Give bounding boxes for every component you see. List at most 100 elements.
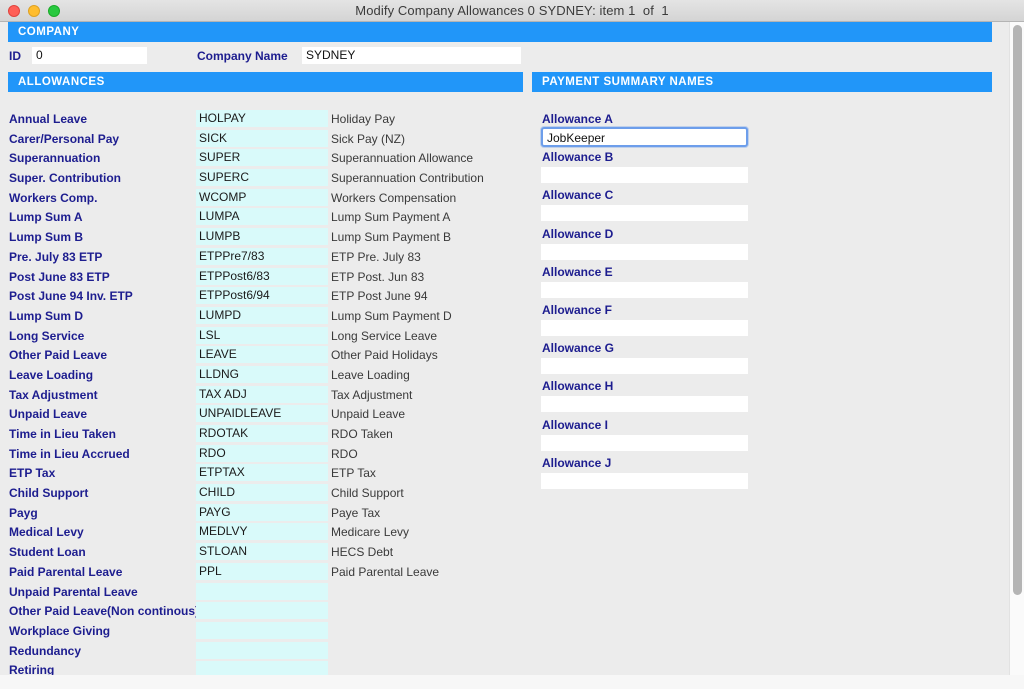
allowance-row: Time in Lieu Accrued RDO RDO [0,444,525,465]
payment-summary-name-input[interactable] [541,281,748,298]
payment-summary-name-input[interactable] [541,205,748,222]
allowance-code-input[interactable]: PPL [196,562,328,580]
window-title: Modify Company Allowances 0 SYDNEY: item… [355,3,669,18]
allowance-description: Paid Parental Leave [331,564,440,579]
allowance-description: Lump Sum Payment D [331,308,452,323]
allowance-code-input[interactable]: RDO [196,444,328,462]
allowance-row: Superannuation SUPER Superannuation Allowa… [0,149,525,169]
payment-summary-name-input[interactable] [541,472,748,489]
allowance-row-label: Time in Lieu Taken [9,427,116,441]
allowance-description: Tax Adjustment [331,387,413,402]
allowance-code-input[interactable]: TAX ADJ [196,385,328,403]
allowance-code-input[interactable]: ETPTAX [196,464,328,482]
payment-summary-name-group: Allowance I [540,418,760,456]
window-content: COMPANY ID 0 Company Name SYDNEY ALLOWAN… [0,22,1024,689]
allowance-description: ETP Pre. July 83 [331,249,421,264]
vertical-scrollbar[interactable] [1009,22,1024,689]
allowance-row: Child Support CHILD Child Support [0,484,525,504]
payment-summary-name-label: Allowance H [542,379,614,394]
allowance-description: Medicare Levy [331,525,410,540]
allowance-code-input[interactable]: LUMPB [196,228,328,246]
allowance-code-input[interactable]: UNPAIDLEAVE [196,405,328,423]
allowance-code-input[interactable]: LUMPD [196,306,328,324]
allowance-code-input[interactable]: PAYG [196,503,328,521]
window-titlebar: Modify Company Allowances 0 SYDNEY: item… [0,0,1024,22]
payment-summary-name-input[interactable] [541,243,748,260]
allowance-code-input[interactable]: LUMPA [196,208,328,226]
allowance-row-label: Workers Comp. [9,190,98,205]
allowance-row-label: Pre. July 83 ETP [9,249,103,264]
allowance-code-input[interactable]: SICK [196,129,328,147]
payment-summary-name-group: Allowance E [540,265,760,303]
allowance-code-input[interactable]: ETPPre7/83 [196,247,328,265]
allowance-description: Unpaid Leave [331,407,406,422]
allowance-code-input[interactable]: RDOTAK [196,425,328,442]
payment-summary-name-input[interactable]: JobKeeper [541,127,748,147]
allowance-row: Other Paid Leave(Non continous) [0,602,525,622]
section-header-company-label: COMPANY [18,26,80,38]
allowance-code-input[interactable]: LLDNG [196,365,328,383]
allowance-code-input[interactable]: SUPERC [196,169,328,187]
allowance-code-input[interactable] [196,602,328,620]
allowance-row-label: ETP Tax [9,466,56,481]
vertical-scrollbar-thumb[interactable] [1013,25,1022,595]
section-header-allowances-label: ALLOWANCES [18,76,105,88]
allowance-code-input[interactable] [196,641,328,659]
allowance-code-input[interactable] [196,621,328,639]
allowance-row: Paid Parental Leave PPL Paid Parental Leav… [0,562,525,583]
allowance-row: Workplace Giving [0,621,525,642]
allowance-row: Tax Adjustment TAX ADJ Tax Adjustment [0,385,525,406]
allowance-row: Long Service LSL Long Service Leave [0,326,525,347]
allowance-row-label: Workplace Giving [9,623,111,638]
payment-summary-name-input[interactable] [541,358,748,375]
allowance-row: Post June 94 Inv. ETP ETPPost6/94 ETP Post… [0,287,525,307]
allowance-row-label: Paid Parental Leave [9,564,123,579]
allowance-code-input[interactable]: CHILD [196,484,328,502]
allowance-code-input[interactable]: SUPER [196,149,328,167]
allowance-description: ETP Post. Jun 83 [331,269,425,284]
payment-summary-name-label: Allowance A [542,112,613,126]
allowance-row-label: Other Paid Leave [9,348,108,363]
allowance-description: Leave Loading [331,367,410,382]
allowance-code-input[interactable]: LEAVE [196,346,328,364]
allowance-row-label: Superannuation [9,151,101,166]
allowance-row-label: Lump Sum B [9,230,83,245]
allowance-row-label: Super. Contribution [9,171,121,186]
allowance-code-input[interactable]: ETPPost6/83 [196,267,328,285]
allowance-code-input[interactable] [196,582,328,600]
allowance-code-input[interactable]: MEDLVY [196,523,328,541]
allowance-description: RDO [331,446,358,461]
allowance-description: Other Paid Holidays [331,348,438,363]
payment-summary-name-group: Allowance B [540,150,760,188]
payment-summary-name-label: Allowance C [542,188,614,203]
payment-summary-name-input[interactable] [541,319,748,336]
allowance-row: Lump Sum D LUMPD Lump Sum Payment D [0,306,525,327]
allowance-code-input[interactable]: ETPPost6/94 [196,287,328,305]
allowance-description: Paye Tax [331,505,381,520]
allowance-row: Medical Levy MEDLVY Medicare Levy [0,523,525,543]
allowance-description: Holiday Pay [331,112,396,126]
payment-summary-name-label: Allowance J [542,455,612,470]
allowance-code-input[interactable]: HOLPAY [196,110,328,127]
payment-summary-name-group: Allowance F [540,303,760,341]
payment-summary-name-input[interactable] [541,396,748,413]
allowance-row: Workers Comp. WCOMP Workers Compensation [0,188,525,209]
allowance-row: Lump Sum A LUMPA Lump Sum Payment A [0,208,525,228]
allowance-code-input[interactable]: STLOAN [196,543,328,561]
payment-summary-name-input[interactable] [541,434,748,451]
allowance-code-input[interactable]: WCOMP [196,188,328,206]
allowance-description: Superannuation Allowance [331,151,474,166]
allowance-row: Annual Leave HOLPAY Holiday Pay [0,110,525,130]
allowance-row-label: Student Loan [9,545,86,560]
payment-summary-name-input[interactable] [541,167,748,184]
allowance-row-label: Other Paid Leave(Non continous) [9,604,200,619]
company-name-input[interactable]: SYDNEY [302,47,521,64]
allowance-row: Student Loan STLOAN HECS Debt [0,543,525,563]
window-bottom-edge [0,675,1024,689]
payment-summary-name-group: Allowance J [540,456,760,494]
allowance-row-label: Tax Adjustment [9,387,98,402]
allowance-row: Other Paid Leave LEAVE Other Paid Holidays [0,346,525,366]
section-header-payment-summary-names: PAYMENT SUMMARY NAMES [532,72,992,92]
company-id-input[interactable]: 0 [32,47,147,64]
allowance-code-input[interactable]: LSL [196,326,328,344]
